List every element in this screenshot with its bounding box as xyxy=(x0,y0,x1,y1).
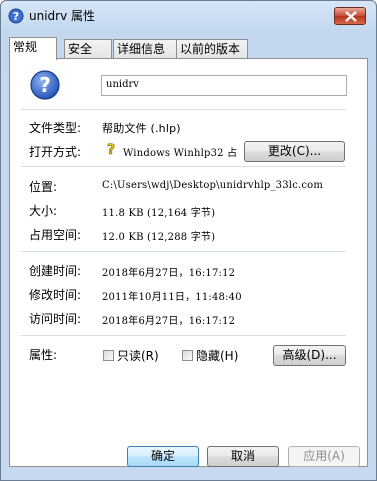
tab-general[interactable]: 常规 xyxy=(9,37,57,60)
file-type-value: 帮助文件 (.hlp) xyxy=(102,122,181,135)
tab-previous-versions[interactable]: 以前的版本 xyxy=(176,39,248,59)
separator xyxy=(21,109,346,110)
file-type-label: 文件类型: xyxy=(29,121,82,135)
attributes-label: 属性: xyxy=(29,348,58,362)
separator xyxy=(21,335,346,336)
tab-security[interactable]: 安全 xyxy=(64,39,112,59)
accessed-label: 访问时间: xyxy=(29,312,82,326)
close-button[interactable] xyxy=(334,7,366,25)
advanced-button[interactable]: 高级(D)... xyxy=(273,345,346,366)
readonly-checkbox[interactable] xyxy=(103,350,114,361)
created-label: 创建时间: xyxy=(29,264,82,278)
close-icon xyxy=(345,11,357,22)
location-value: C:\Users\wdj\Desktop\unidrvhlp_33lc.com xyxy=(102,180,324,191)
size-on-disk-value: 12.0 KB (12,288 字节) xyxy=(102,232,216,243)
size-label: 大小: xyxy=(29,204,58,218)
svg-text:?: ? xyxy=(13,10,19,23)
help-file-icon: ? xyxy=(8,8,24,24)
modified-label: 修改时间: xyxy=(29,288,82,302)
title-bar[interactable]: ? unidrv 属性 xyxy=(1,1,376,29)
size-value: 11.8 KB (12,164 字节) xyxy=(102,208,216,219)
properties-window: ? unidrv 属性 常规 安全 详细信息 以前的版本 ? unidrv 文件… xyxy=(0,0,377,481)
window-title: unidrv 属性 xyxy=(29,9,96,23)
svg-text:?: ? xyxy=(39,73,51,97)
winhlp32-icon: ? xyxy=(107,142,116,157)
open-with-label: 打开方式: xyxy=(29,145,82,159)
ok-button[interactable]: 确定 xyxy=(127,446,199,467)
readonly-label[interactable]: 只读(R) xyxy=(117,347,159,364)
file-name-input[interactable]: unidrv xyxy=(101,75,347,96)
accessed-value: 2018年6月27日，16:17:12 xyxy=(102,316,236,327)
separator xyxy=(21,166,346,167)
hidden-label[interactable]: 隐藏(H) xyxy=(196,347,238,364)
svg-text:?: ? xyxy=(107,142,115,157)
modified-value: 2011年10月11日，11:48:40 xyxy=(102,292,242,303)
size-on-disk-label: 占用空间: xyxy=(29,228,82,242)
change-button[interactable]: 更改(C)... xyxy=(244,141,345,162)
help-file-large-icon: ? xyxy=(30,70,60,100)
separator xyxy=(21,251,346,252)
tab-details[interactable]: 详细信息 xyxy=(113,39,177,59)
open-with-value: Windows Winhlp32 占 xyxy=(123,148,238,159)
hidden-checkbox[interactable] xyxy=(182,350,193,361)
created-value: 2018年6月27日，16:17:12 xyxy=(102,268,236,279)
location-label: 位置: xyxy=(29,180,58,194)
cancel-button[interactable]: 取消 xyxy=(207,446,279,467)
apply-button[interactable]: 应用(A) xyxy=(288,446,360,467)
